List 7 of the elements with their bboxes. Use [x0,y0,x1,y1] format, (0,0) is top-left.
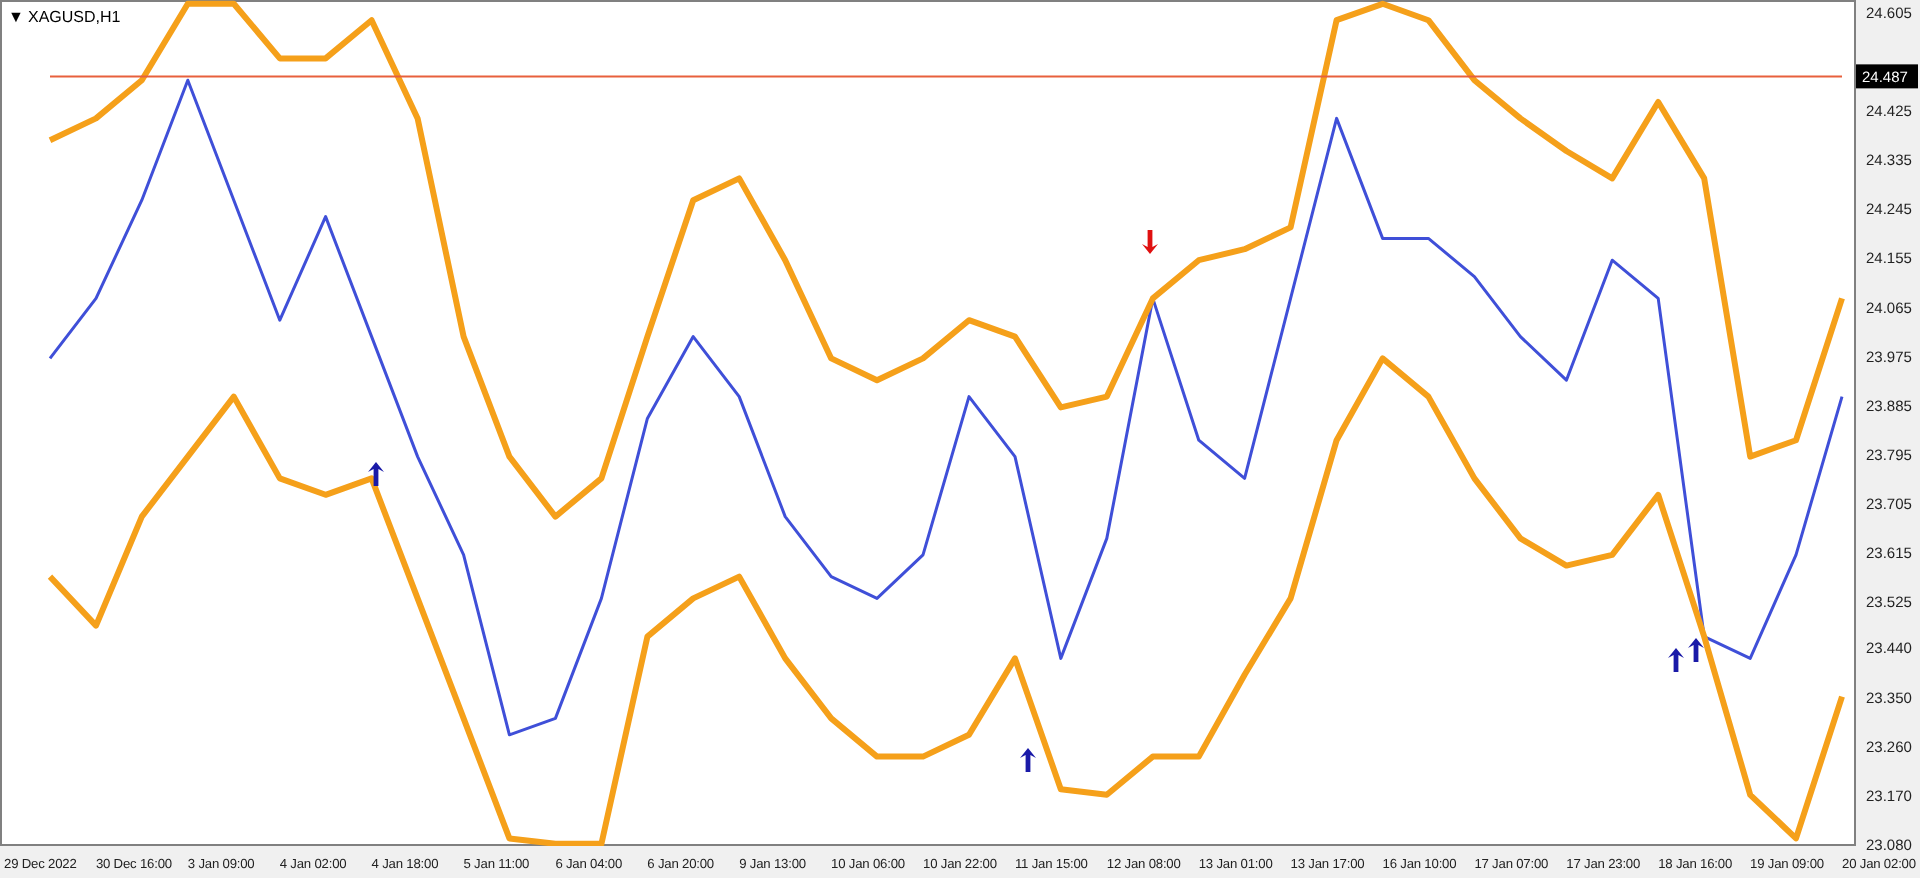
up-arrow-icon [1688,638,1704,662]
up-arrow-icon [1668,648,1684,672]
down-arrow-icon [1142,230,1158,254]
title-marker: ▼ [8,8,24,26]
up-arrow-icon [1020,748,1036,772]
chart-title: XAGUSD,H1 [28,8,121,26]
up-arrow-icon [368,462,384,486]
